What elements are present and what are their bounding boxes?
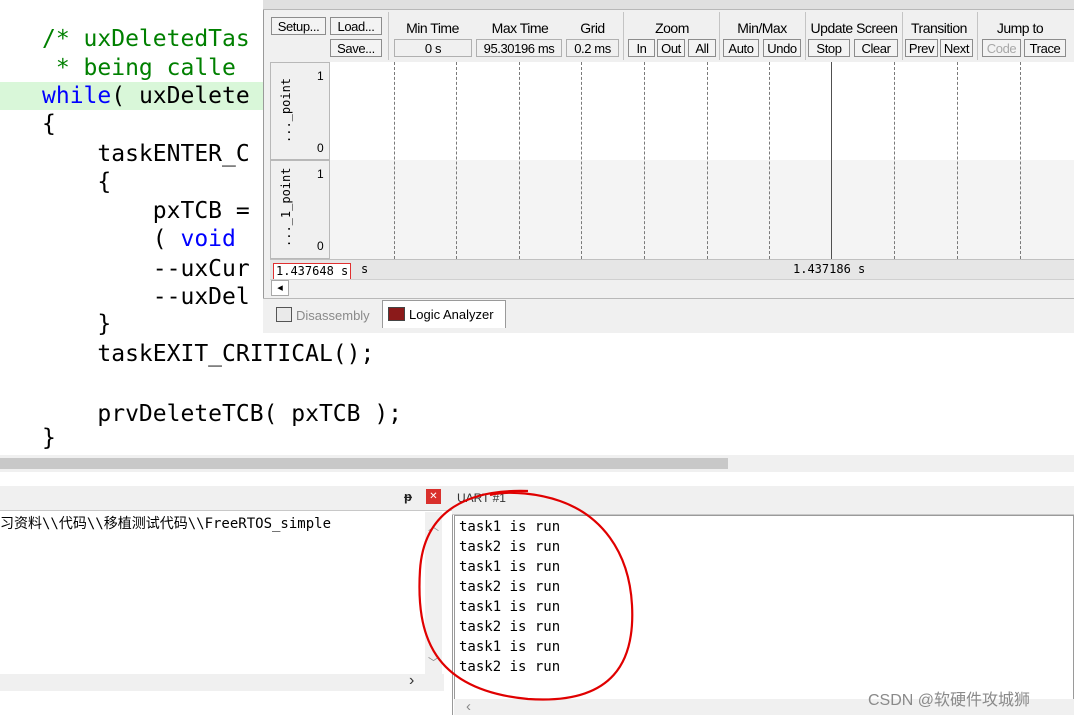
watermark: CSDN @软硬件攻城狮 bbox=[868, 692, 1031, 709]
max-time-value: 95.30196 ms bbox=[476, 39, 562, 57]
while-keyword: while bbox=[42, 83, 112, 109]
setup-button[interactable]: Setup... bbox=[271, 17, 326, 35]
cursor-time-box: 1.437648 s bbox=[273, 263, 352, 280]
jump-trace-button[interactable]: Trace bbox=[1024, 39, 1066, 57]
code-line-10: --uxDel bbox=[42, 284, 250, 310]
code-line-15: } bbox=[42, 425, 56, 451]
jump-to-label: Jump to bbox=[996, 20, 1044, 36]
save-button[interactable]: Save... bbox=[330, 39, 382, 57]
center-time-label: 1.437186 s bbox=[793, 262, 866, 276]
code-line-14: prvDeleteTCB( pxTCB ); bbox=[42, 401, 403, 427]
code-line-2: * being calle bbox=[42, 55, 236, 81]
tab-logic-analyzer[interactable]: Logic Analyzer bbox=[382, 300, 506, 328]
logic-analyzer-titlebar[interactable] bbox=[263, 0, 1074, 10]
update-screen-label: Update Screen bbox=[810, 20, 898, 36]
disassembly-icon bbox=[276, 307, 292, 322]
build-output-header bbox=[0, 486, 452, 511]
zoom-in-button[interactable]: In bbox=[628, 39, 655, 57]
waveform-horizontal-scrollbar[interactable] bbox=[270, 279, 1074, 298]
time-cursor[interactable] bbox=[831, 62, 832, 259]
code-line-3-rest: ( uxDelete bbox=[111, 83, 250, 109]
code-line-3: while( uxDelete bbox=[42, 82, 250, 110]
undo-button[interactable]: Undo bbox=[763, 39, 801, 57]
auto-button[interactable]: Auto bbox=[723, 39, 759, 57]
code-line-12: taskEXIT_CRITICAL(); bbox=[42, 341, 375, 367]
scroll-left-arrow-icon[interactable]: ◂ bbox=[271, 280, 289, 296]
jump-code-button[interactable]: Code bbox=[982, 39, 1021, 57]
signal-name-2: ..._1_point bbox=[279, 167, 293, 247]
logic-analyzer-icon bbox=[388, 307, 405, 321]
build-output-horizontal-scrollbar[interactable] bbox=[0, 674, 444, 691]
code-line-9: --uxCur bbox=[42, 256, 250, 282]
min-time-label: Min Time bbox=[406, 20, 459, 36]
signal-name-1: ..._point bbox=[279, 77, 293, 143]
code-line-11: } bbox=[42, 311, 112, 337]
grid-label: Grid bbox=[580, 20, 605, 36]
zoom-out-button[interactable]: Out bbox=[657, 39, 685, 57]
transition-label: Transition bbox=[911, 20, 967, 36]
red-circle-annotation bbox=[418, 489, 634, 701]
grid-value: 0.2 ms bbox=[566, 39, 619, 57]
code-line-6: { bbox=[42, 169, 112, 195]
code-line-4: { bbox=[42, 111, 56, 137]
zoom-label: Zoom bbox=[655, 20, 689, 36]
minmax-label: Min/Max bbox=[737, 20, 787, 36]
tab-disassembly[interactable]: Disassembly bbox=[270, 302, 380, 330]
code-line-1: /* uxDeletedTas bbox=[42, 26, 250, 52]
signal-label-1[interactable]: 1 0 ..._point bbox=[270, 62, 330, 160]
zoom-all-button[interactable]: All bbox=[688, 39, 716, 57]
build-output-path: 习资料\\代码\\移植测试代码\\FreeRTOS_simple bbox=[0, 516, 332, 532]
prev-button[interactable]: Prev bbox=[905, 39, 938, 57]
min-time-value: 0 s bbox=[394, 39, 472, 57]
code-line-7: pxTCB = bbox=[42, 198, 264, 224]
time-axis-strip bbox=[270, 259, 1074, 280]
signal-label-2[interactable]: 1 0 ..._1_point bbox=[270, 160, 330, 259]
code-line-5: taskENTER_C bbox=[42, 141, 250, 167]
stop-button[interactable]: Stop bbox=[808, 39, 850, 57]
load-button[interactable]: Load... bbox=[330, 17, 382, 35]
clear-button[interactable]: Clear bbox=[854, 39, 898, 57]
next-button[interactable]: Next bbox=[940, 39, 973, 57]
void-keyword: void bbox=[180, 226, 236, 252]
cursor-time-suffix: s bbox=[361, 262, 369, 276]
editor-scrollbar-thumb[interactable] bbox=[0, 458, 728, 469]
code-line-8: ( void bbox=[42, 226, 236, 252]
max-time-label: Max Time bbox=[491, 20, 549, 36]
